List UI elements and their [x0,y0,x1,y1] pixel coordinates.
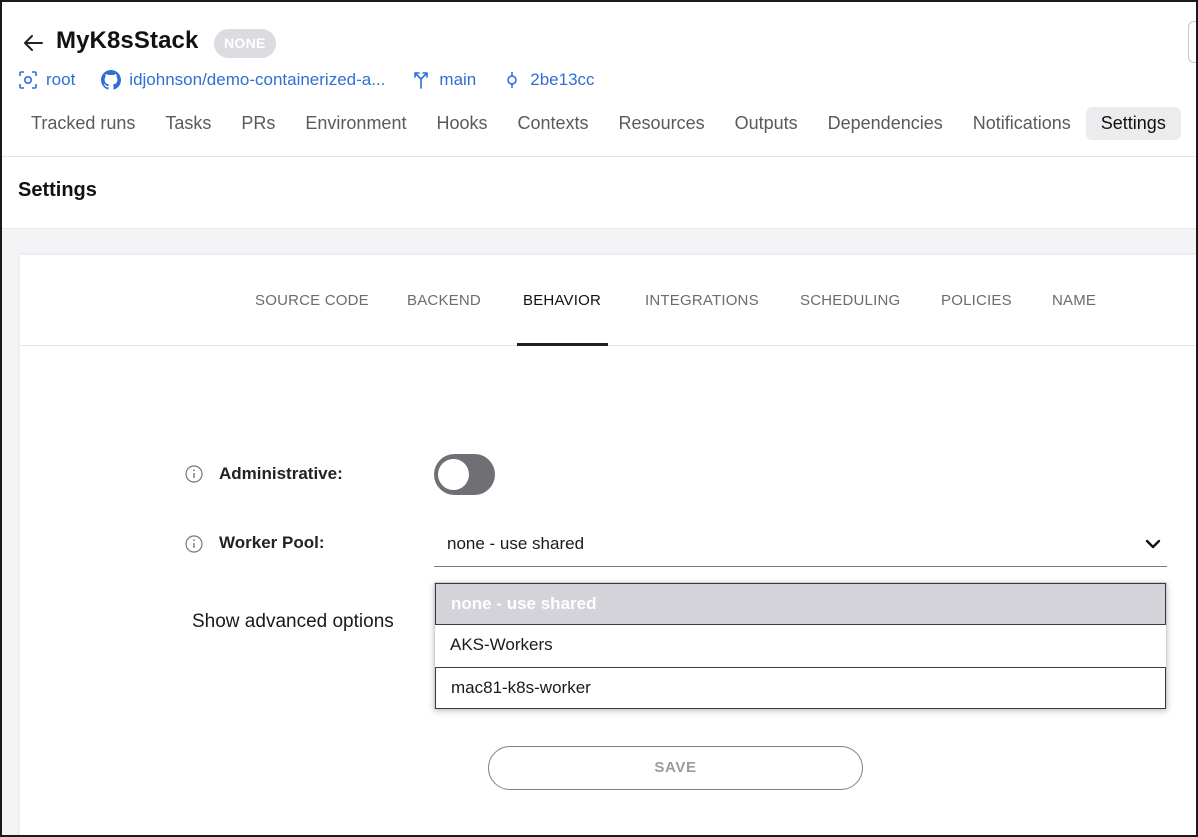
settings-tab-behavior[interactable]: BEHAVIOR [523,292,601,309]
page-title-bar: Settings [2,157,1196,229]
tab-environment[interactable]: Environment [290,107,421,140]
tab-hooks[interactable]: Hooks [421,107,502,140]
tab-tracked-runs[interactable]: Tracked runs [16,107,150,140]
stack-meta: root idjohnson/demo-containerized-a... m… [18,68,621,92]
app-window: MyK8sStack NONE root idjohnson/demo-cont… [0,0,1198,837]
branch-icon [414,72,429,89]
settings-tab-integrations[interactable]: INTEGRATIONS [645,292,759,309]
repository-link[interactable]: idjohnson/demo-containerized-a... [101,70,385,90]
stack-title: MyK8sStack [56,27,199,54]
worker-pool-dropdown: none - use shared AKS-Workers mac81-k8s-… [434,582,1167,709]
space-name: root [46,70,76,89]
space-link[interactable]: root [18,70,75,90]
github-icon [101,70,122,90]
space-icon [19,71,37,89]
worker-pool-label: Worker Pool: [219,533,325,552]
settings-tab-scheduling[interactable]: SCHEDULING [800,292,900,309]
worker-pool-value: none - use shared [447,534,585,553]
settings-card: SOURCE CODE BACKEND BEHAVIOR INTEGRATION… [20,255,1196,835]
chevron-down-icon [1145,539,1161,549]
commit-link[interactable]: 2be13cc [502,70,595,90]
page-title: Settings [18,179,97,201]
save-button[interactable]: SAVE [488,746,863,790]
stack-tabs: Tracked runs Tasks PRs Environment Hooks… [16,106,1181,140]
repository-name: idjohnson/demo-containerized-a... [129,70,386,89]
tab-contexts[interactable]: Contexts [503,107,604,140]
settings-tab-backend[interactable]: BACKEND [407,292,481,309]
settings-tab-name[interactable]: NAME [1052,292,1096,309]
tab-outputs[interactable]: Outputs [720,107,813,140]
stack-header: MyK8sStack NONE root idjohnson/demo-cont… [2,2,1196,157]
show-advanced-options[interactable]: Show advanced options [192,611,394,633]
active-tab-indicator [517,343,608,346]
worker-pool-option[interactable]: none - use shared [435,583,1166,625]
tab-resources[interactable]: Resources [604,107,720,140]
settings-tab-source-code[interactable]: SOURCE CODE [255,292,369,309]
commit-icon [507,72,518,88]
administrative-label: Administrative: [219,464,343,483]
branch-name: main [439,70,477,89]
branch-link[interactable]: main [411,70,476,90]
tab-notifications[interactable]: Notifications [958,107,1086,140]
tab-tasks[interactable]: Tasks [150,107,226,140]
commit-hash: 2be13cc [530,70,595,89]
info-icon[interactable] [185,535,203,553]
state-badge: NONE [214,29,276,58]
info-icon[interactable] [185,465,203,483]
tab-dependencies[interactable]: Dependencies [813,107,958,140]
toggle-knob [438,459,469,490]
administrative-toggle[interactable] [434,454,495,495]
worker-pool-select[interactable]: none - use shared [434,523,1167,567]
worker-pool-option[interactable]: mac81-k8s-worker [435,667,1166,709]
settings-tab-policies[interactable]: POLICIES [941,292,1012,309]
tab-prs[interactable]: PRs [226,107,290,140]
tab-settings[interactable]: Settings [1085,106,1181,140]
settings-tabs: SOURCE CODE BACKEND BEHAVIOR INTEGRATION… [20,255,1196,346]
back-arrow-icon[interactable] [20,30,46,56]
worker-pool-option[interactable]: AKS-Workers [435,625,1166,667]
header-action-button[interactable] [1188,21,1196,63]
